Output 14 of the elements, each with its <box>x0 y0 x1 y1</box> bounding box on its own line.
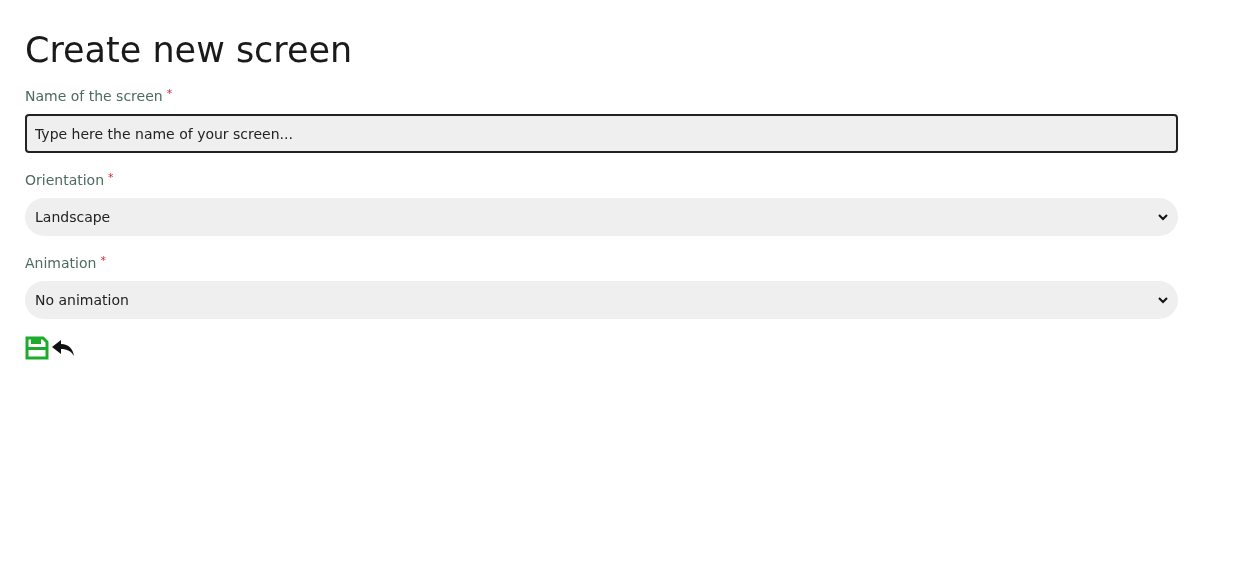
reply-arrow-icon <box>51 339 75 357</box>
back-button[interactable] <box>51 339 75 357</box>
required-mark: * <box>100 254 106 268</box>
field-label: Animation <box>25 254 97 272</box>
required-mark: * <box>108 171 114 185</box>
chevron-down-icon <box>1158 213 1168 221</box>
name-input-field[interactable]: Type here the name of your screen... <box>25 114 1178 153</box>
chevron-down-icon <box>1158 296 1168 304</box>
page-title: Create new screen <box>25 29 354 72</box>
field-label: Orientation <box>25 171 105 189</box>
dropdown-field[interactable]: Landscape <box>25 198 1178 236</box>
required-mark: * <box>166 87 173 101</box>
dropdown-field[interactable]: No animation <box>25 281 1178 319</box>
field-label: Name of the screen <box>25 87 163 105</box>
